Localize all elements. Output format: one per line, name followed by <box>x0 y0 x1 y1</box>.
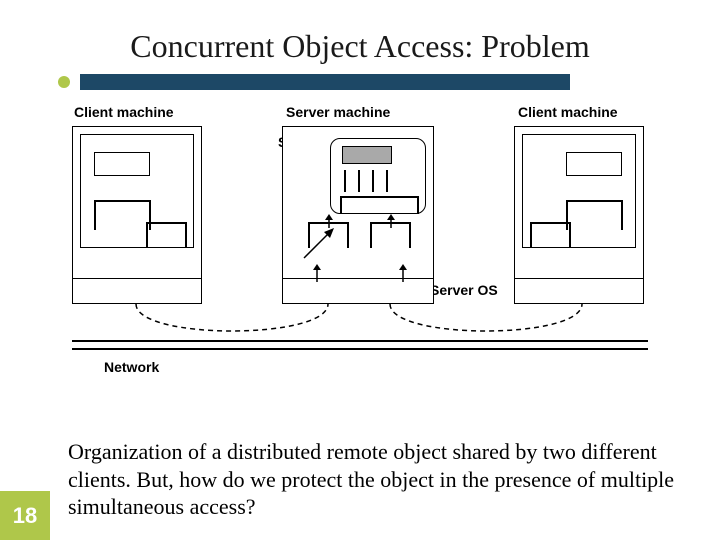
title-accent-dot <box>58 76 70 88</box>
label-server-os: Server OS <box>430 282 498 298</box>
shared-object <box>342 146 392 164</box>
label-client-machine-right: Client machine <box>518 104 618 120</box>
link-right <box>382 302 592 344</box>
arrow-os-left <box>310 264 324 282</box>
client-left-inner-rect <box>94 152 150 176</box>
label-network: Network <box>104 359 159 375</box>
title-underline-bar <box>80 74 570 90</box>
skeleton-leader <box>300 228 336 264</box>
architecture-diagram: Client machine Server machine Client mac… <box>72 104 648 394</box>
client-right-inner-rect <box>566 152 622 176</box>
page-number: 18 <box>13 503 37 529</box>
label-client-machine-left: Client machine <box>74 104 174 120</box>
arrow-os-right <box>396 264 410 282</box>
server-os-box <box>282 278 434 304</box>
link-left <box>128 302 338 344</box>
slide-title: Concurrent Object Access: Problem <box>0 28 720 65</box>
client-left-os-box <box>72 278 202 304</box>
arrow-skeleton-left <box>322 214 336 228</box>
page-number-badge: 18 <box>0 491 50 540</box>
arrow-skeleton-right <box>384 214 398 228</box>
slide-caption: Organization of a distributed remote obj… <box>68 438 720 521</box>
network-line-bottom <box>72 348 648 350</box>
label-server-machine: Server machine <box>286 104 390 120</box>
client-right-os-box <box>514 278 644 304</box>
